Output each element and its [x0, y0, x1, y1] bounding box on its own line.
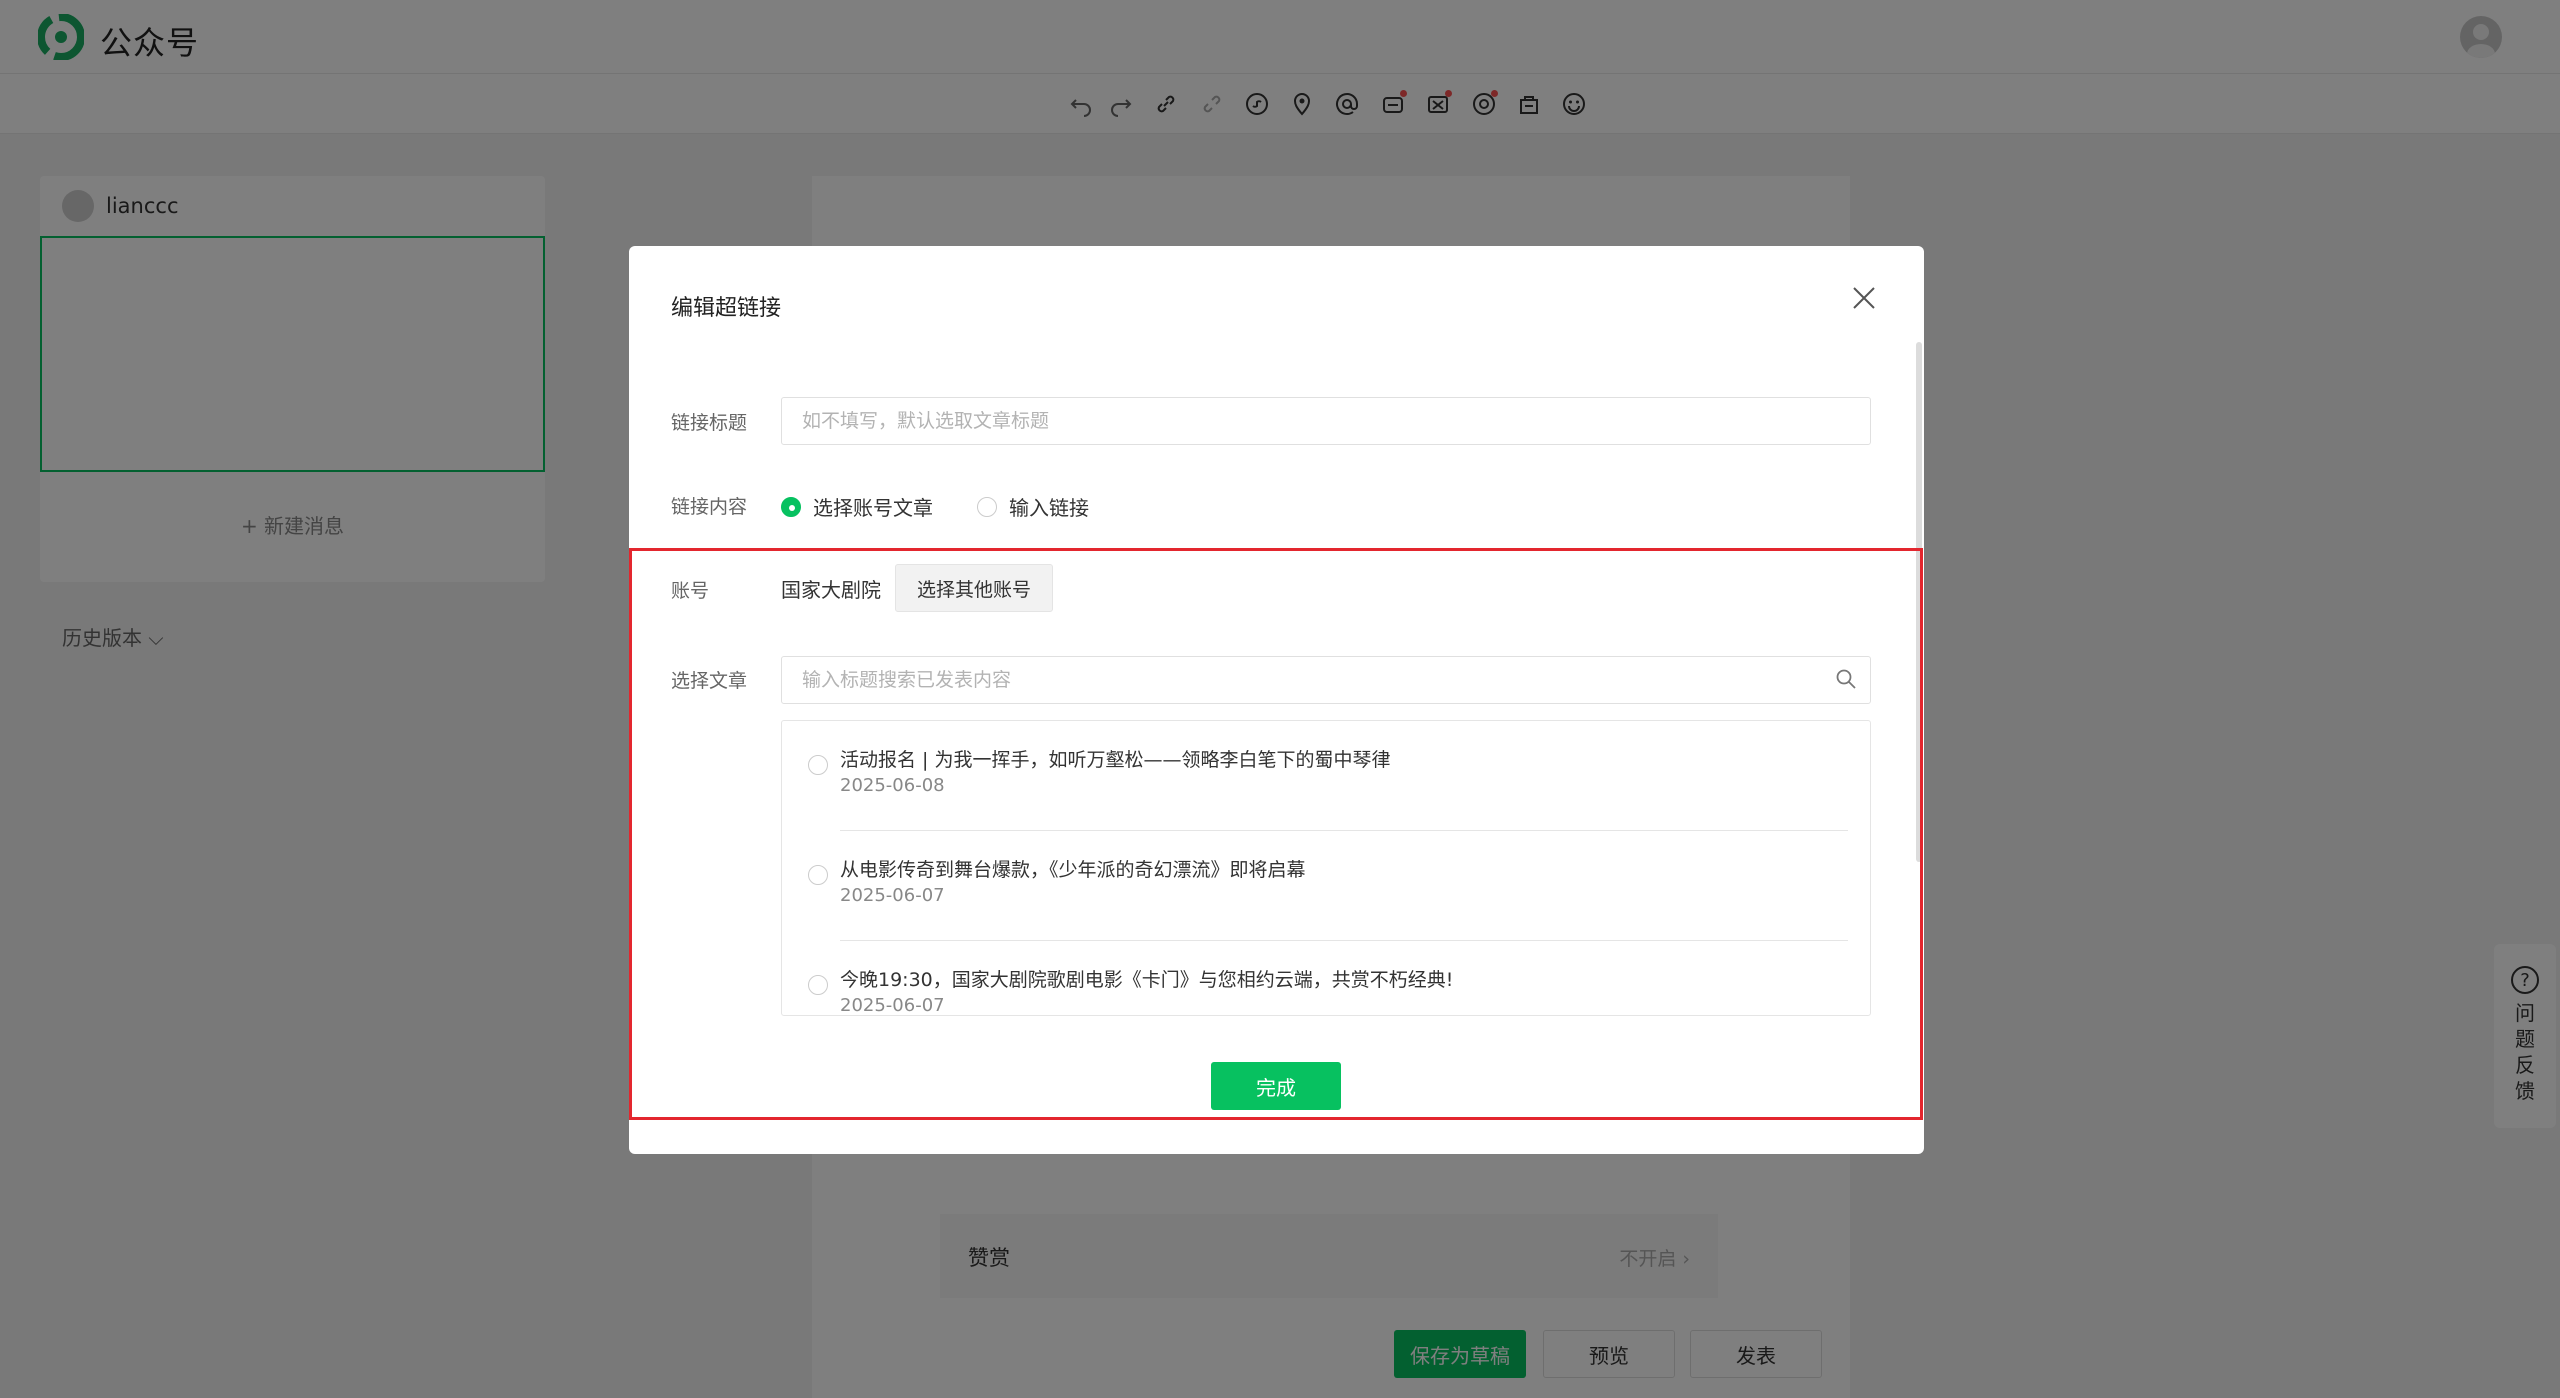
- account-label: 账号: [671, 580, 710, 602]
- article-title: 活动报名 | 为我一挥手，如听万壑松——领略李白笔下的蜀中琴律: [840, 749, 1391, 771]
- radio-input-link[interactable]: [977, 496, 997, 517]
- list-item[interactable]: 从电影传奇到舞台爆款，《少年派的奇幻漂流》即将启幕 2025-06-07: [782, 831, 1870, 941]
- close-icon[interactable]: [1848, 282, 1880, 314]
- article-title: 从电影传奇到舞台爆款，《少年派的奇幻漂流》即将启幕: [840, 859, 1306, 881]
- radio-select-article[interactable]: [781, 496, 801, 517]
- article-list[interactable]: 活动报名 | 为我一挥手，如听万壑松——领略李白笔下的蜀中琴律 2025-06-…: [781, 720, 1871, 1016]
- radio-select-article-label[interactable]: 选择账号文章: [813, 492, 933, 521]
- article-radio[interactable]: [808, 975, 828, 995]
- dialog-title: 编辑超链接: [671, 296, 782, 321]
- done-button[interactable]: 完成: [1211, 1062, 1341, 1110]
- list-item[interactable]: 今晚19:30，国家大剧院歌剧电影《卡门》与您相约云端，共赏不朽经典! 2025…: [782, 941, 1870, 1016]
- article-date: 2025-06-07: [840, 995, 945, 1016]
- article-date: 2025-06-08: [840, 775, 945, 796]
- select-article-label: 选择文章: [671, 670, 748, 692]
- dialog-scrollbar[interactable]: [1916, 342, 1922, 862]
- search-icon[interactable]: [1835, 668, 1857, 690]
- link-content-options: 选择账号文章 输入链接: [781, 492, 1133, 521]
- article-radio[interactable]: [808, 865, 828, 885]
- link-title-label: 链接标题: [671, 412, 748, 434]
- article-title: 今晚19:30，国家大剧院歌剧电影《卡门》与您相约云端，共赏不朽经典!: [840, 969, 1454, 991]
- link-content-label: 链接内容: [671, 496, 748, 518]
- edit-hyperlink-dialog: 编辑超链接 链接标题 链接内容 选择账号文章 输入链接 账号 国家大剧院 选择其…: [629, 246, 1924, 1154]
- list-item[interactable]: 活动报名 | 为我一挥手，如听万壑松——领略李白笔下的蜀中琴律 2025-06-…: [782, 721, 1870, 831]
- link-title-input[interactable]: [781, 397, 1871, 445]
- choose-other-account-button[interactable]: 选择其他账号: [895, 564, 1053, 612]
- article-radio[interactable]: [808, 755, 828, 775]
- selected-account-name: 国家大剧院: [781, 578, 881, 602]
- article-search-input[interactable]: [781, 656, 1871, 704]
- article-date: 2025-06-07: [840, 885, 945, 906]
- radio-input-link-label[interactable]: 输入链接: [1009, 492, 1089, 521]
